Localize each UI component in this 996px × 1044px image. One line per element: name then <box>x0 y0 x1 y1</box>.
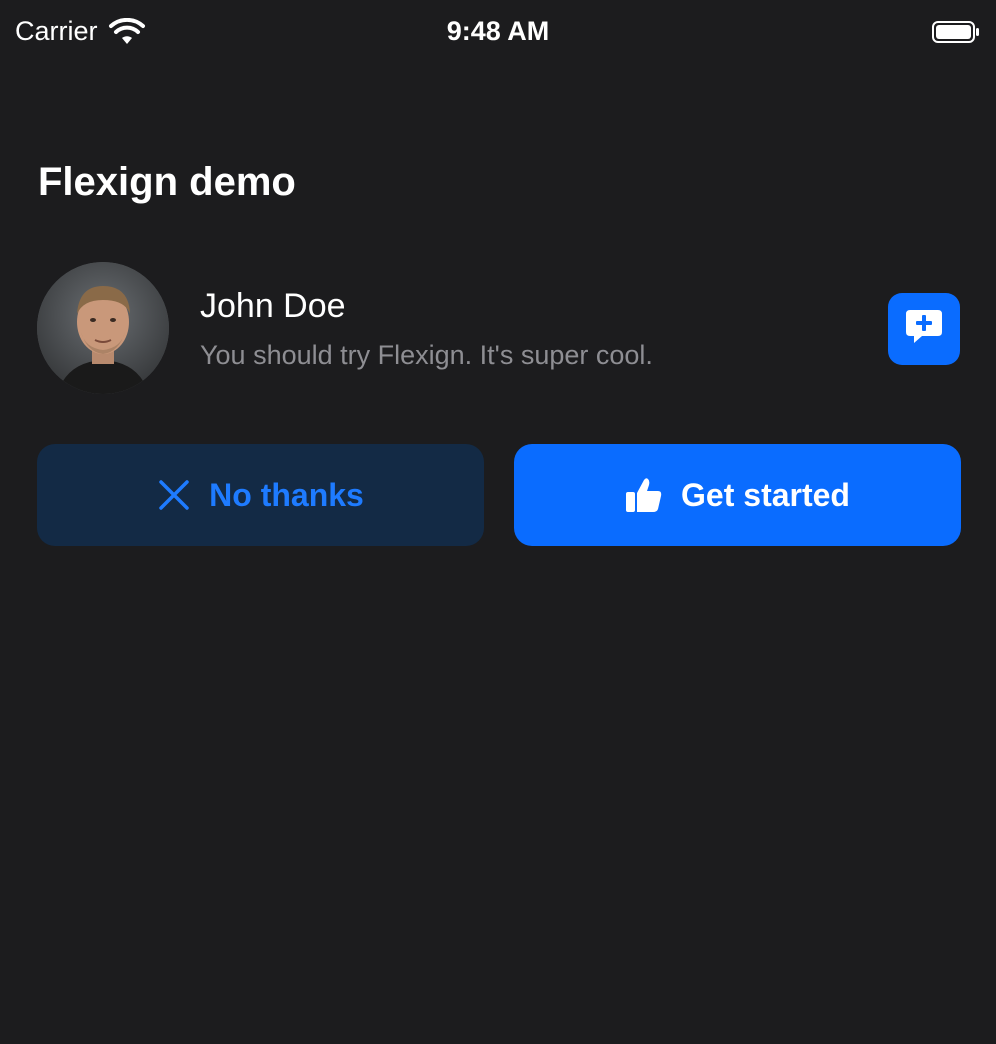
user-name: John Doe <box>200 287 346 325</box>
profile-card: John Doe You should try Flexign. It's su… <box>37 262 961 396</box>
user-message: You should try Flexign. It's super cool. <box>200 340 653 370</box>
comment-plus-icon <box>904 308 944 351</box>
thumbs-up-icon <box>625 476 663 514</box>
status-time: 9:48 AM <box>446 16 550 46</box>
status-bar: Carrier 9:48 AM <box>0 0 996 66</box>
get-started-button[interactable]: Get started <box>514 444 961 546</box>
close-icon <box>157 478 191 512</box>
no-thanks-button[interactable]: No thanks <box>37 444 484 546</box>
action-buttons: No thanks Get started <box>37 444 961 546</box>
no-thanks-label: No thanks <box>209 476 364 513</box>
add-comment-button[interactable] <box>888 293 960 365</box>
page-title: Flexign demo <box>38 160 296 204</box>
battery-icon <box>932 20 980 44</box>
avatar <box>37 262 169 394</box>
get-started-label: Get started <box>681 476 850 513</box>
